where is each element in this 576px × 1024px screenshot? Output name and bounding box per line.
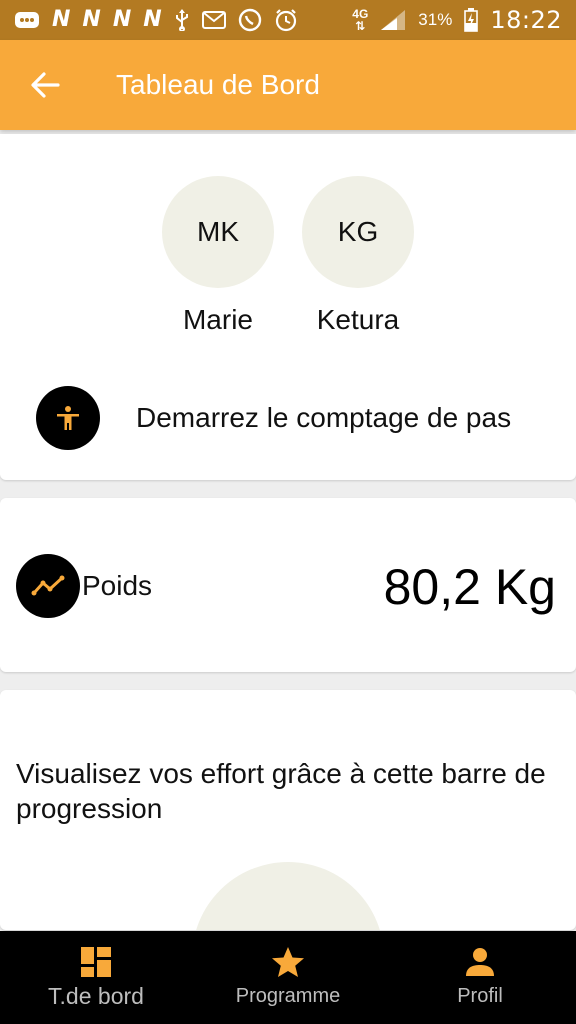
progress-circle bbox=[192, 862, 384, 930]
status-bar-system: 4G ⇅ 31% 18:22 bbox=[352, 6, 562, 34]
nav-label: T.de bord bbox=[48, 983, 144, 1009]
arrow-left-icon bbox=[31, 72, 60, 98]
weight-card[interactable]: Poids 80,2 Kg bbox=[0, 498, 576, 672]
mail-icon bbox=[201, 8, 226, 32]
back-button[interactable] bbox=[20, 60, 70, 110]
nav-label: Profil bbox=[457, 985, 503, 1007]
signal-icon bbox=[380, 8, 406, 32]
progress-description: Visualisez vos effort grâce à cette barr… bbox=[16, 758, 546, 824]
start-step-counter-button[interactable]: Demarrez le comptage de pas bbox=[36, 386, 511, 450]
alarm-icon bbox=[274, 8, 298, 32]
avatar: KG bbox=[302, 176, 414, 288]
member-name: Marie bbox=[182, 304, 253, 335]
member-list: MK Marie KG Ketura bbox=[0, 176, 576, 336]
member-name: Ketura bbox=[316, 304, 400, 335]
notification-n-icon: N bbox=[112, 7, 132, 32]
weight-label: Poids bbox=[82, 570, 153, 601]
person-icon bbox=[465, 945, 495, 979]
step-counter-label: Demarrez le comptage de pas bbox=[136, 402, 512, 433]
battery-charging-icon bbox=[464, 8, 479, 32]
notification-n-icon: N bbox=[82, 7, 101, 32]
bottom-navigation: T.de bord Programme Profil bbox=[0, 931, 576, 1024]
star-icon bbox=[271, 945, 305, 979]
weight-value: 80,2 Kg bbox=[383, 559, 556, 615]
message-icon bbox=[14, 8, 40, 32]
status-bar-notifications: N N N N bbox=[14, 8, 298, 32]
usb-icon bbox=[174, 8, 190, 32]
avatar: MK bbox=[162, 176, 274, 288]
network-type-icon: 4G ⇅ bbox=[352, 7, 369, 33]
progress-card: Visualisez vos effort grâce à cette barr… bbox=[0, 690, 576, 930]
nav-item-programme[interactable]: Programme bbox=[192, 931, 384, 1024]
members-card: MK Marie KG Ketura Demarrez le comptage … bbox=[0, 134, 576, 480]
status-bar: N N N N 4G ⇅ 31% 18:22 bbox=[0, 0, 576, 40]
accessibility-person-icon bbox=[36, 386, 100, 450]
battery-percent: 31% bbox=[418, 10, 453, 29]
dashboard-icon bbox=[80, 945, 112, 979]
page-title: Tableau de Bord bbox=[116, 69, 320, 100]
trend-line-icon bbox=[16, 554, 80, 618]
notification-n-icon: N bbox=[143, 7, 162, 32]
notification-n-icon: N bbox=[52, 7, 71, 32]
nav-label: Programme bbox=[235, 985, 341, 1007]
whatsapp-icon bbox=[238, 8, 262, 32]
status-bar-time: 18:22 bbox=[490, 6, 562, 34]
app-bar: Tableau de Bord bbox=[0, 40, 576, 130]
nav-item-profil[interactable]: Profil bbox=[384, 931, 576, 1024]
nav-item-dashboard[interactable]: T.de bord bbox=[0, 931, 192, 1024]
member-item[interactable]: MK Marie bbox=[162, 176, 274, 336]
member-item[interactable]: KG Ketura bbox=[302, 176, 414, 336]
